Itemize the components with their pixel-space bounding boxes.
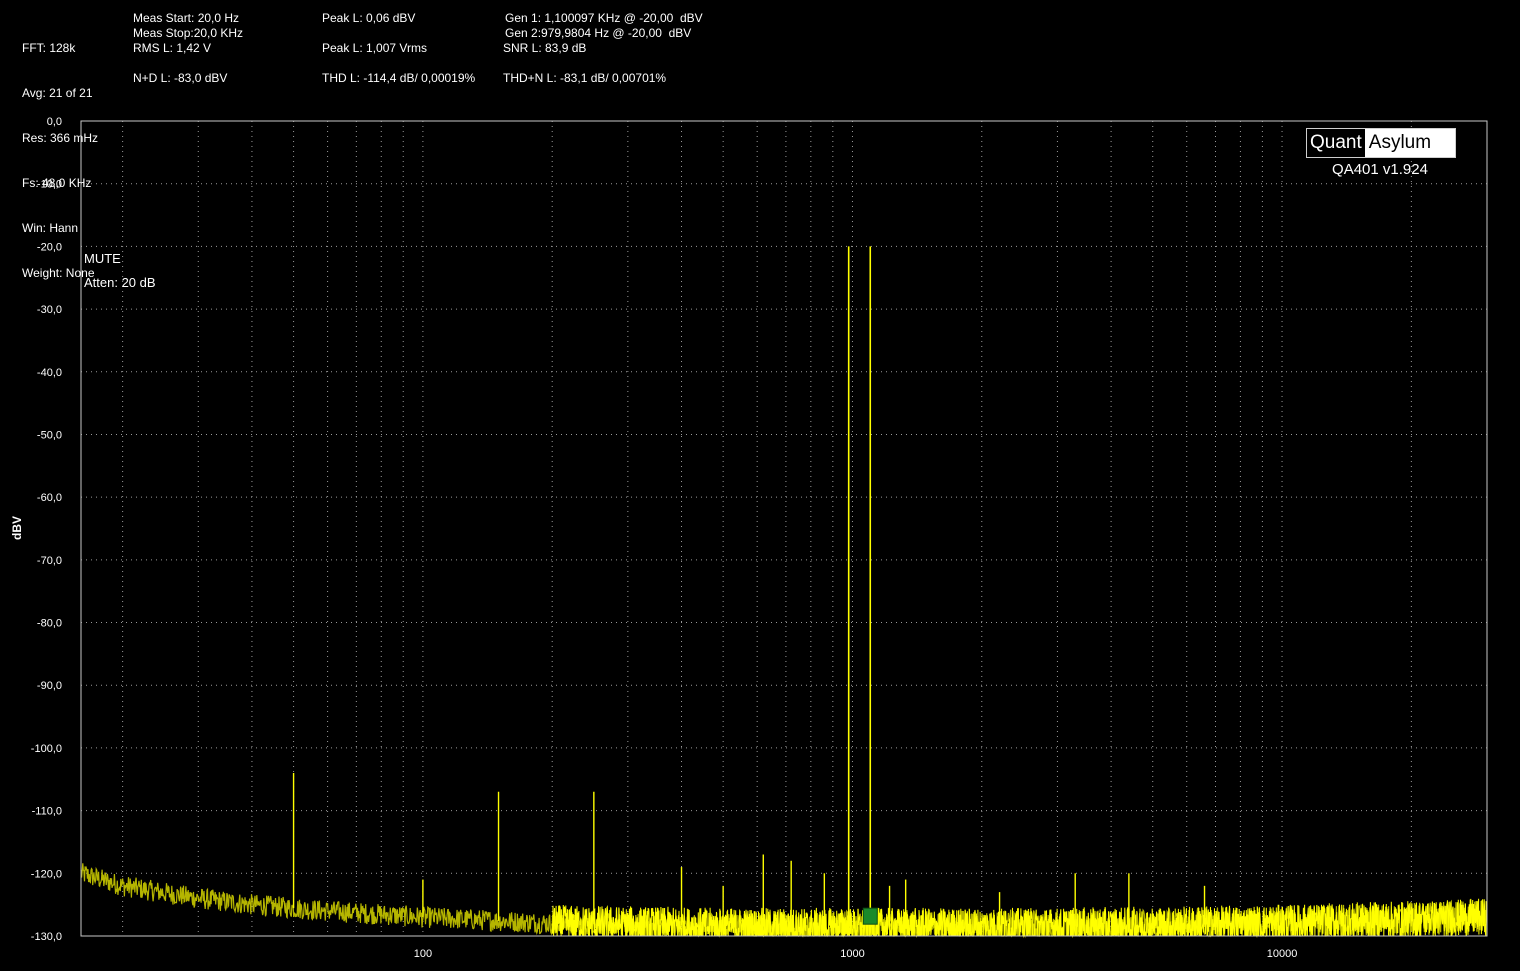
noise-band-trace xyxy=(551,898,1488,938)
y-tick-label: -130,0 xyxy=(31,931,62,943)
version-label: QA401 v1.924 xyxy=(1332,161,1428,178)
attenuation-indicator: Atten: 20 dB xyxy=(84,275,156,290)
grid xyxy=(81,120,1488,937)
spectrum-chart[interactable]: 0,0 -10,0 -20,0 -30,0 -40,0 -50,0 -60,0 -70,0 -8… xyxy=(0,0,1520,971)
plot-frame xyxy=(80,120,1488,937)
y-tick-label: -120,0 xyxy=(31,868,62,880)
spectrum-trace xyxy=(80,246,1488,939)
y-tick-label: -60,0 xyxy=(37,492,62,504)
x-tick-label: 10000 xyxy=(1267,948,1298,960)
x-tick-labels: 100 1000 10000 xyxy=(414,948,1298,960)
x-tick-label: 100 xyxy=(414,948,432,960)
marker[interactable] xyxy=(862,907,878,925)
y-tick-label: -40,0 xyxy=(37,367,62,379)
x-tick-label: 1000 xyxy=(840,948,864,960)
y-tick-label: -30,0 xyxy=(37,304,62,316)
y-tick-labels: 0,0 -10,0 -20,0 -30,0 -40,0 -50,0 -60,0 -70,0 -8… xyxy=(31,116,62,943)
quantasylum-logo: Quant Asylum xyxy=(1306,128,1456,158)
y-tick-label: 0,0 xyxy=(47,116,62,128)
y-tick-label: -20,0 xyxy=(37,241,62,253)
y-tick-label: -50,0 xyxy=(37,429,62,441)
y-tick-label: -110,0 xyxy=(32,806,62,818)
logo-asylum: Asylum xyxy=(1364,129,1455,157)
y-tick-label: -100,0 xyxy=(31,743,62,755)
y-tick-label: -80,0 xyxy=(37,618,62,630)
frequency-marker xyxy=(862,907,878,925)
logo-quant: Quant xyxy=(1310,132,1362,153)
y-axis-label: dBV xyxy=(10,516,24,540)
y-tick-label: -10,0 xyxy=(37,179,62,191)
y-tick-label: -90,0 xyxy=(37,680,62,692)
y-tick-label: -70,0 xyxy=(37,555,62,567)
mute-indicator: MUTE xyxy=(84,251,121,266)
